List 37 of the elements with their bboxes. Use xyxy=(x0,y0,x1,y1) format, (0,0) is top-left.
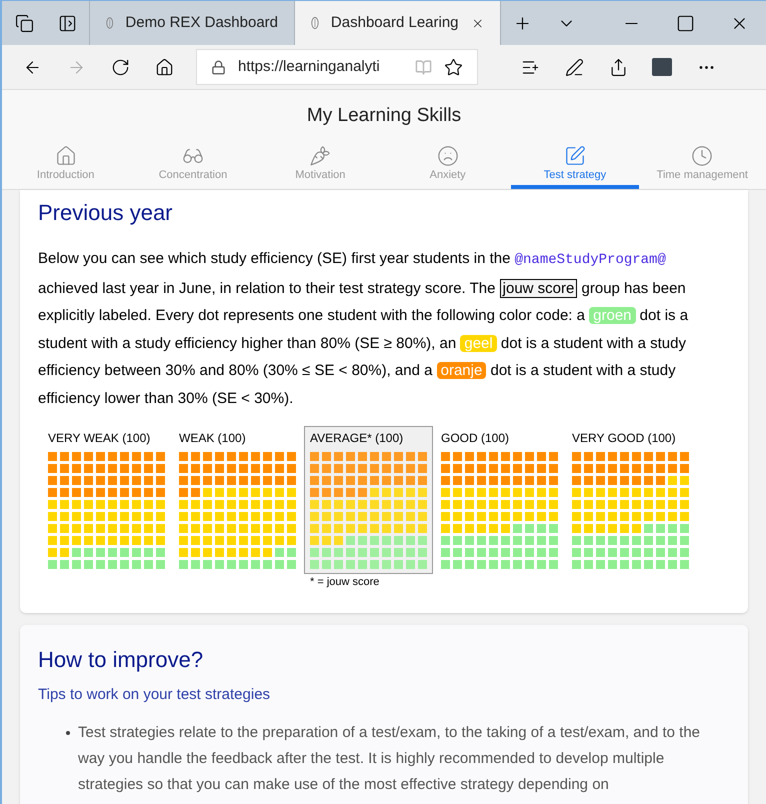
group-label: VERY GOOD (100) xyxy=(572,430,677,447)
group-label: WEAK (100) xyxy=(179,430,247,447)
section-subheading: Tips to work on your test strategies xyxy=(38,684,272,704)
favorite-icon[interactable] xyxy=(444,58,463,76)
tip-text: Test strategies relate to the preparation of a test/exam, to the taking of a test/exam, and to the way you handle the feedback after the test. It is highly recommended to develop multiple strategies so that you can make use of the most effective strategy depending on xyxy=(78,723,702,795)
tab-title: Dashboard Learing xyxy=(330,12,459,33)
tab-title: Demo REX Dashboard xyxy=(125,12,278,33)
group-label: GOOD (100) xyxy=(441,430,510,447)
group-label: VERY WEAK (100) xyxy=(48,430,152,447)
section-heading: How to improve? xyxy=(38,646,204,674)
section-heading: Previous year xyxy=(38,199,174,227)
nav-tab[interactable]: Time management xyxy=(638,142,766,189)
edit-icon xyxy=(564,144,586,166)
house-icon xyxy=(54,144,77,166)
shield-icon xyxy=(106,15,114,31)
nav-tab[interactable]: Introduction xyxy=(2,142,130,189)
code-text: @nameStudyProgram@ xyxy=(514,252,666,268)
color-tag: oranje xyxy=(436,362,486,379)
color-tag: groen xyxy=(589,307,636,324)
bullet-icon xyxy=(66,731,70,735)
sad-face-icon xyxy=(436,144,459,166)
nav-tab[interactable]: Concentration xyxy=(129,142,257,189)
carrot-icon xyxy=(309,144,332,166)
nav-tab[interactable]: Anxiety xyxy=(384,142,512,189)
url-text: https://learninganalyti xyxy=(238,56,381,77)
footnote: * = jouw score xyxy=(310,575,380,590)
nav-tab[interactable]: Motivation xyxy=(256,142,384,189)
score-label: jouw score xyxy=(500,278,578,298)
shield-icon xyxy=(311,15,319,31)
page-title: My Learning Skills xyxy=(306,104,462,128)
browser-tab[interactable]: Dashboard Learing xyxy=(295,1,500,45)
url-field[interactable]: https://learninganalyti xyxy=(196,49,478,85)
explanation-paragraph: Below you can see which study efficiency (SE) first year students in the @nameStudyProgram@ achieved last year in June, in relation to their test strategy score. The jouw score group has been explicitly labeled. Every dot represents one student with the following color code: a groen dot is a student with a study efficiency higher than 80% (SE ≥ 80%), an geel dot is a student with a study efficiency between 30% and 80% (30% ≤ SE < 80%), and a oranje dot is a student with a study efficiency lower than 30% (SE < 30%). xyxy=(38,249,690,408)
clock-icon xyxy=(691,144,714,166)
group-label: AVERAGE* (100) xyxy=(310,430,404,447)
lock-icon xyxy=(211,60,226,74)
color-tag: geel xyxy=(460,334,497,352)
